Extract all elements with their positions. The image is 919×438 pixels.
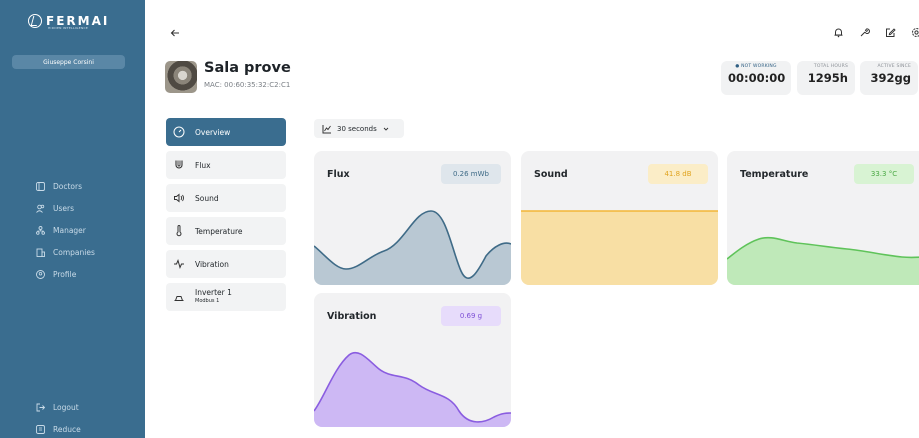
logo: FERMAI HIDDEN INTELLIGENCE bbox=[28, 10, 118, 32]
menu-item-flux[interactable]: Flux bbox=[166, 151, 286, 179]
magnet-icon bbox=[173, 159, 185, 171]
menu-item-label: Inverter 1 bbox=[195, 288, 232, 297]
back-button[interactable] bbox=[170, 28, 180, 41]
menu-item-overview[interactable]: Overview bbox=[166, 118, 286, 146]
logout-icon bbox=[36, 403, 45, 412]
logo-subtitle: HIDDEN INTELLIGENCE bbox=[48, 26, 89, 30]
sidebar-item-label: Users bbox=[53, 203, 75, 213]
active-since-label: ACTIVE SINCE bbox=[877, 64, 911, 69]
sidebar-item-users[interactable]: Users bbox=[36, 202, 95, 214]
temperature-sparkline bbox=[727, 236, 919, 285]
sidebar-item-label: Profile bbox=[53, 269, 77, 279]
menu-item-label: Sound bbox=[195, 193, 219, 203]
total-hours-value: 1295h bbox=[807, 71, 848, 85]
reduce-icon bbox=[36, 424, 45, 434]
reduce-label: Reduce bbox=[53, 424, 81, 434]
thermometer-icon bbox=[173, 225, 185, 237]
sidebar-item-label: Doctors bbox=[53, 181, 83, 191]
logout-button[interactable]: Logout bbox=[36, 401, 81, 413]
menu-item-sublabel: Modbus 1 bbox=[195, 298, 220, 304]
status-value: 00:00:00 bbox=[728, 71, 786, 85]
chevron-down-icon bbox=[383, 127, 389, 131]
sidebar-item-companies[interactable]: Companies bbox=[36, 246, 95, 258]
machine-thumbnail bbox=[165, 61, 197, 93]
total-hours-stat: TOTAL HOURS 1295h bbox=[797, 61, 855, 95]
flux-sparkline bbox=[314, 210, 511, 285]
top-toolbar bbox=[832, 26, 919, 38]
gauge-icon bbox=[173, 126, 185, 138]
vibration-card[interactable]: Vibration 0.69 g bbox=[314, 293, 511, 427]
sidebar-item-manager[interactable]: Manager bbox=[36, 224, 95, 236]
sidebar-nav: Doctors Users Manager Companies Profile bbox=[36, 180, 95, 280]
menu-item-label: Temperature bbox=[195, 226, 243, 236]
sensor-menu: Overview Flux Sound Temperature Vibratio… bbox=[166, 118, 286, 316]
user-chip[interactable]: Giuseppe Corsini bbox=[12, 55, 125, 69]
profile-icon bbox=[36, 269, 45, 279]
chart-icon bbox=[322, 124, 331, 133]
menu-item-sound[interactable]: Sound bbox=[166, 184, 286, 212]
active-since-value: 392gg bbox=[870, 71, 911, 85]
speaker-icon bbox=[173, 192, 185, 204]
bell-icon[interactable] bbox=[832, 26, 844, 38]
wrench-icon[interactable] bbox=[858, 26, 870, 38]
status-stat: ● NOT WORKING 00:00:00 bbox=[721, 61, 791, 95]
flux-card[interactable]: Flux 0.26 mWb bbox=[314, 151, 511, 285]
menu-item-label: Overview bbox=[195, 127, 231, 137]
inverter-icon bbox=[173, 291, 185, 303]
mac-address: MAC: 00:60:35:32:C2:C1 bbox=[204, 81, 291, 89]
total-hours-label: TOTAL HOURS bbox=[813, 64, 848, 69]
doctors-icon bbox=[36, 181, 45, 191]
settings-icon[interactable] bbox=[910, 26, 919, 38]
menu-item-label: Flux bbox=[195, 160, 211, 170]
vibration-sparkline bbox=[314, 351, 511, 427]
manager-icon bbox=[36, 225, 45, 235]
menu-item-label: Vibration bbox=[195, 259, 229, 269]
logo-mark-icon bbox=[28, 14, 42, 28]
sidebar: FERMAI HIDDEN INTELLIGENCE Giuseppe Cors… bbox=[0, 0, 145, 438]
vibration-icon bbox=[173, 258, 185, 270]
sidebar-item-label: Companies bbox=[53, 247, 95, 257]
page-title: Sala prove bbox=[204, 60, 291, 76]
sound-sparkline bbox=[521, 210, 718, 285]
interval-label: 30 seconds bbox=[337, 124, 377, 133]
arrow-left-icon bbox=[170, 29, 179, 37]
reduce-button[interactable]: Reduce bbox=[36, 423, 81, 435]
logout-label: Logout bbox=[53, 402, 79, 412]
temperature-card[interactable]: Temperature 33.3 °C bbox=[727, 151, 919, 285]
status-label: ● NOT WORKING bbox=[735, 64, 777, 69]
menu-item-vibration[interactable]: Vibration bbox=[166, 250, 286, 278]
sound-card[interactable]: Sound 41.8 dB bbox=[521, 151, 718, 285]
sidebar-item-doctors[interactable]: Doctors bbox=[36, 180, 95, 192]
menu-item-inverter[interactable]: Inverter 1 Modbus 1 bbox=[166, 283, 286, 311]
interval-dropdown[interactable]: 30 seconds bbox=[314, 119, 404, 138]
sidebar-item-profile[interactable]: Profile bbox=[36, 268, 95, 280]
active-since-stat: ACTIVE SINCE 392gg bbox=[860, 61, 918, 95]
edit-icon[interactable] bbox=[884, 26, 896, 38]
sidebar-item-label: Manager bbox=[53, 225, 86, 235]
users-icon bbox=[36, 204, 45, 213]
menu-item-temperature[interactable]: Temperature bbox=[166, 217, 286, 245]
companies-icon bbox=[36, 248, 45, 257]
sidebar-bottom: Logout Reduce bbox=[36, 401, 81, 435]
